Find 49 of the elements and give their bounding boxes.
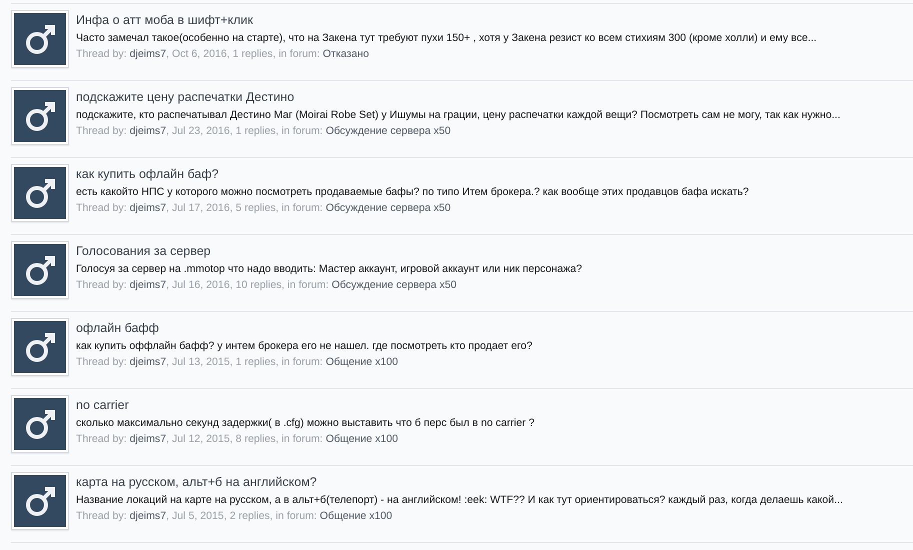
author-link[interactable]: djeims7 xyxy=(130,125,166,137)
thread-title[interactable]: как купить офлайн баф? xyxy=(76,167,749,181)
thread-meta: Thread by: djeims7, Jul 16, 2016, 10 replies, in forum: Обсуждение сервера x50 xyxy=(76,279,458,291)
male-symbol-icon xyxy=(14,475,66,527)
male-symbol-icon xyxy=(14,90,66,142)
thread-title[interactable]: Инфа о атт моба в шифт+клик xyxy=(76,13,817,27)
forum-link[interactable]: Обсуждение сервера x50 xyxy=(326,202,451,214)
forum-link[interactable]: Общение x100 xyxy=(326,433,398,445)
thread-title[interactable]: офлайн бафф xyxy=(76,321,532,335)
thread-meta: Thread by: djeims7, Jul 23, 2016, 1 replies, in forum: Обсуждение сервера x50 xyxy=(76,125,452,137)
avatar[interactable] xyxy=(11,241,69,299)
thread-meta: Thread by: djeims7, Jul 13, 2015, 1 replies, in forum: Общение x100 xyxy=(76,356,400,368)
thread-title[interactable]: Голосования за сервер xyxy=(76,244,582,258)
thread-title[interactable]: карта на русском, альт+б на английском? xyxy=(76,475,843,489)
thread-snippet: сколько максимально секунд задержки( в .cfg) можно выставить что б перс был в no carrier ? xyxy=(76,417,535,429)
forum-link[interactable]: Общение x100 xyxy=(326,356,398,368)
author-link[interactable]: djeims7 xyxy=(130,48,166,60)
male-symbol-icon xyxy=(14,321,66,373)
thread-snippet: Часто замечал такое(особенно на старте), что на Закена тут требуют пухи 150+ , хотя у Закена резист ко всем стихиям 300 (кроме холли) и ему все... xyxy=(76,32,817,44)
avatar[interactable] xyxy=(11,87,69,145)
male-symbol-icon xyxy=(14,244,66,296)
avatar[interactable] xyxy=(11,10,69,68)
thread-snippet: Название локаций на карте на русском, а в альт+б(телепорт) - на английском! :eek: WTF?? И как тут ориентироваться? каждый раз, когда делаешь какой... xyxy=(76,494,843,506)
avatar[interactable] xyxy=(11,318,69,376)
thread-snippet: есть какойто НПС у которого можно посмотреть продаваемые бафы? по типо Итем брокера.? как вообще этих продавцов бафа искать? xyxy=(76,186,749,198)
male-symbol-icon xyxy=(14,167,66,219)
male-symbol-icon xyxy=(14,13,66,65)
forum-link[interactable]: Общение x100 xyxy=(320,510,392,522)
avatar[interactable] xyxy=(11,164,69,222)
forum-link[interactable]: Обсуждение сервера x50 xyxy=(332,279,457,291)
thread-meta: Thread by: djeims7, Jul 5, 2015, 2 replies, in forum: Общение x100 xyxy=(76,510,394,522)
male-symbol-icon xyxy=(14,398,66,450)
thread-title[interactable]: подскажите цену распечатки Дестино xyxy=(76,90,840,104)
author-link[interactable]: djeims7 xyxy=(130,202,166,214)
author-link[interactable]: djeims7 xyxy=(130,356,166,368)
thread-meta: Thread by: djeims7, Oct 6, 2016, 1 replies, in forum: Отказано xyxy=(76,48,370,60)
thread-snippet: как купить оффлайн бафф? у интем брокера его не нашел. где посмотреть кто продает его? xyxy=(76,340,532,352)
thread-meta: Thread by: djeims7, Jul 17, 2016, 5 replies, in forum: Обсуждение сервера x50 xyxy=(76,202,452,214)
thread-snippet: подскажите, кто распечатывал Дестино Маг (Moirai Robe Set) у Ишумы на грации, цену распечатки каждой вещи? Посмотреть сам не могу, так как нужно... xyxy=(76,109,840,121)
author-link[interactable]: djeims7 xyxy=(130,433,166,445)
forum-link[interactable]: Обсуждение сервера x50 xyxy=(326,125,451,137)
avatar[interactable] xyxy=(11,395,69,453)
author-link[interactable]: djeims7 xyxy=(130,279,166,291)
avatar[interactable] xyxy=(11,472,69,530)
thread-meta: Thread by: djeims7, Jul 12, 2015, 8 replies, in forum: Общение x100 xyxy=(76,433,400,445)
author-link[interactable]: djeims7 xyxy=(130,510,166,522)
forum-link[interactable]: Отказано xyxy=(322,48,369,60)
thread-title[interactable]: no carrier xyxy=(76,398,535,412)
thread-snippet: Голосуя за сервер на .mmotop что надо вводить: Мастер аккаунт, игровой аккаунт или ник персонажа? xyxy=(76,263,582,275)
